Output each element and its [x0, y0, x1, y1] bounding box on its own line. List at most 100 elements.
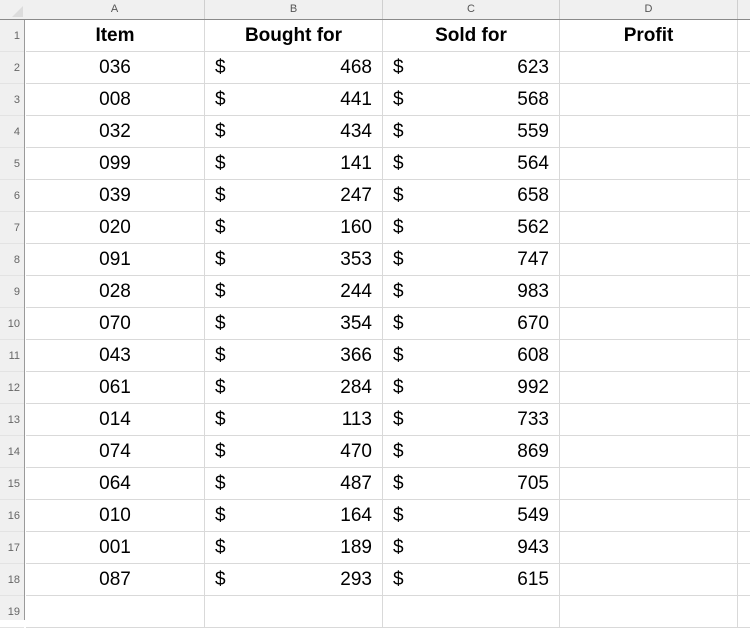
cell-overflow[interactable]	[738, 180, 750, 211]
cell-bought-for[interactable]: $441	[205, 84, 383, 115]
row-header-17[interactable]: 17	[0, 532, 24, 564]
cell-item[interactable]: 014	[26, 404, 205, 435]
cell-overflow[interactable]	[738, 500, 750, 531]
cell-profit[interactable]	[560, 276, 738, 307]
cell-profit[interactable]	[560, 148, 738, 179]
cell-overflow[interactable]	[738, 340, 750, 371]
cell-sold-for[interactable]: $623	[383, 52, 560, 83]
row-header-6[interactable]: 6	[0, 180, 24, 212]
cell-bought-for[interactable]: $354	[205, 308, 383, 339]
cell-item[interactable]: 087	[26, 564, 205, 595]
row-header-10[interactable]: 10	[0, 308, 24, 340]
cell-sold-for[interactable]: $608	[383, 340, 560, 371]
cell-item[interactable]: 099	[26, 148, 205, 179]
row-header-8[interactable]: 8	[0, 244, 24, 276]
cell-profit[interactable]	[560, 404, 738, 435]
header-cell-e[interactable]	[738, 20, 750, 51]
cell-bought-for[interactable]: $247	[205, 180, 383, 211]
cell-sold-for[interactable]: $983	[383, 276, 560, 307]
row-header-3[interactable]: 3	[0, 84, 24, 116]
cell-item[interactable]: 064	[26, 468, 205, 499]
cell-profit[interactable]	[560, 564, 738, 595]
cell-item[interactable]: 091	[26, 244, 205, 275]
cell-overflow[interactable]	[738, 52, 750, 83]
cell-overflow[interactable]	[738, 116, 750, 147]
cell-sold-for[interactable]: $733	[383, 404, 560, 435]
cell-profit[interactable]	[560, 500, 738, 531]
cell-empty-a[interactable]	[26, 596, 205, 627]
cell-sold-for[interactable]: $568	[383, 84, 560, 115]
cell-item[interactable]: 001	[26, 532, 205, 563]
cell-overflow[interactable]	[738, 468, 750, 499]
column-header-a[interactable]: A	[25, 0, 205, 19]
cell-item[interactable]: 036	[26, 52, 205, 83]
cell-profit[interactable]	[560, 532, 738, 563]
cell-bought-for[interactable]: $244	[205, 276, 383, 307]
cell-bought-for[interactable]: $293	[205, 564, 383, 595]
row-header-19[interactable]: 19	[0, 596, 24, 628]
cell-item[interactable]: 039	[26, 180, 205, 211]
cell-profit[interactable]	[560, 372, 738, 403]
cell-overflow[interactable]	[738, 148, 750, 179]
cell-bought-for[interactable]: $189	[205, 532, 383, 563]
cell-overflow[interactable]	[738, 276, 750, 307]
header-cell-a[interactable]: Item	[26, 20, 205, 51]
cell-sold-for[interactable]: $615	[383, 564, 560, 595]
cell-empty-c[interactable]	[383, 596, 560, 627]
cell-item[interactable]: 020	[26, 212, 205, 243]
row-header-11[interactable]: 11	[0, 340, 24, 372]
cell-profit[interactable]	[560, 436, 738, 467]
row-header-16[interactable]: 16	[0, 500, 24, 532]
cell-item[interactable]: 010	[26, 500, 205, 531]
cell-profit[interactable]	[560, 212, 738, 243]
header-cell-c[interactable]: Sold for	[383, 20, 560, 51]
cell-overflow[interactable]	[738, 212, 750, 243]
cell-bought-for[interactable]: $487	[205, 468, 383, 499]
row-header-2[interactable]: 2	[0, 52, 24, 84]
column-header-c[interactable]: C	[383, 0, 560, 19]
select-all-corner[interactable]	[0, 0, 25, 19]
cell-profit[interactable]	[560, 244, 738, 275]
cell-sold-for[interactable]: $943	[383, 532, 560, 563]
cell-sold-for[interactable]: $658	[383, 180, 560, 211]
cell-item[interactable]: 074	[26, 436, 205, 467]
cell-bought-for[interactable]: $113	[205, 404, 383, 435]
cell-overflow[interactable]	[738, 84, 750, 115]
cell-sold-for[interactable]: $869	[383, 436, 560, 467]
row-header-15[interactable]: 15	[0, 468, 24, 500]
cell-item[interactable]: 008	[26, 84, 205, 115]
cell-bought-for[interactable]: $284	[205, 372, 383, 403]
cell-overflow[interactable]	[738, 244, 750, 275]
cell-overflow[interactable]	[738, 436, 750, 467]
cell-sold-for[interactable]: $705	[383, 468, 560, 499]
row-header-18[interactable]: 18	[0, 564, 24, 596]
cell-profit[interactable]	[560, 308, 738, 339]
header-cell-b[interactable]: Bought for	[205, 20, 383, 51]
cell-profit[interactable]	[560, 116, 738, 147]
cell-profit[interactable]	[560, 52, 738, 83]
cell-sold-for[interactable]: $549	[383, 500, 560, 531]
row-header-4[interactable]: 4	[0, 116, 24, 148]
cell-bought-for[interactable]: $141	[205, 148, 383, 179]
cell-item[interactable]: 043	[26, 340, 205, 371]
column-header-b[interactable]: B	[205, 0, 383, 19]
header-cell-d[interactable]: Profit	[560, 20, 738, 51]
row-header-14[interactable]: 14	[0, 436, 24, 468]
cell-item[interactable]: 028	[26, 276, 205, 307]
cell-sold-for[interactable]: $992	[383, 372, 560, 403]
cell-sold-for[interactable]: $747	[383, 244, 560, 275]
cell-sold-for[interactable]: $559	[383, 116, 560, 147]
cell-empty-b[interactable]	[205, 596, 383, 627]
row-header-12[interactable]: 12	[0, 372, 24, 404]
column-header-e[interactable]	[738, 0, 750, 19]
cell-profit[interactable]	[560, 84, 738, 115]
row-header-9[interactable]: 9	[0, 276, 24, 308]
row-header-13[interactable]: 13	[0, 404, 24, 436]
cell-sold-for[interactable]: $562	[383, 212, 560, 243]
cell-profit[interactable]	[560, 340, 738, 371]
cell-overflow[interactable]	[738, 404, 750, 435]
cell-empty-e[interactable]	[738, 596, 750, 627]
cell-bought-for[interactable]: $353	[205, 244, 383, 275]
cell-empty-d[interactable]	[560, 596, 738, 627]
cell-sold-for[interactable]: $670	[383, 308, 560, 339]
